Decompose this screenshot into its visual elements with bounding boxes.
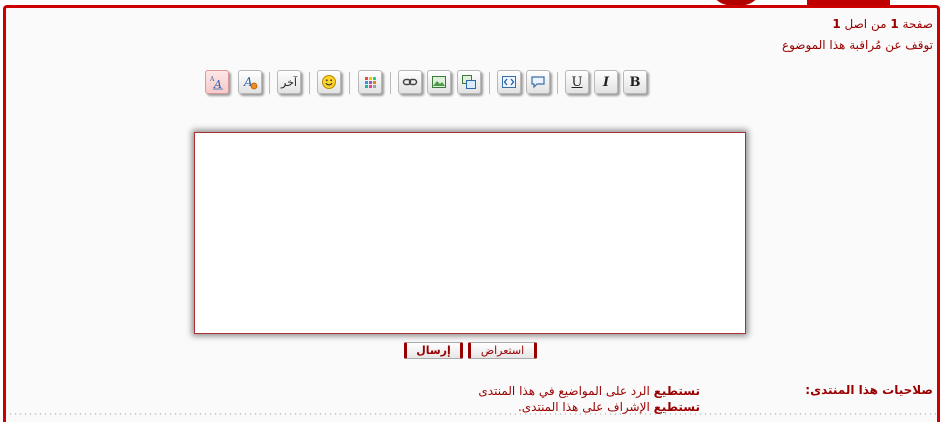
speech-bubble-icon: [531, 76, 545, 89]
toolbar-separator: [349, 72, 350, 94]
permission-text: الرد على المواضيع في هذا المنتدى: [478, 384, 654, 398]
quote-button[interactable]: [526, 70, 550, 94]
toolbar-separator: [309, 72, 310, 94]
permission-line: تستطيع الرد على المواضيع في هذا المنتدى: [478, 383, 700, 399]
smiley-icon: [322, 75, 336, 89]
dotted-divider: [8, 413, 936, 415]
toolbar-separator: [390, 72, 391, 94]
other-button-label: آخر: [281, 75, 297, 89]
underline-icon: U: [571, 74, 583, 90]
toolbar-separator: [269, 72, 270, 94]
bold-icon: B: [629, 74, 641, 90]
pagination: صفحة 1 من اصل 1: [832, 17, 933, 31]
remove-format-icon: A: [243, 75, 258, 90]
svg-text:A: A: [213, 78, 222, 90]
italic-button[interactable]: I: [594, 70, 618, 94]
insert-link-button[interactable]: [398, 70, 422, 94]
code-icon: [502, 76, 516, 88]
permission-text: الإشراف على هذا المنتدى.: [517, 400, 654, 414]
submit-button[interactable]: إرسال: [404, 342, 463, 359]
pagination-middle: من اصل: [844, 17, 887, 31]
insert-image-button[interactable]: [427, 70, 451, 94]
permission-verb: تستطيع: [653, 400, 700, 414]
smilies-button[interactable]: [317, 70, 341, 94]
permission-verb: تستطيع: [653, 384, 700, 398]
pagination-current: 1: [890, 17, 899, 31]
font-size-button[interactable]: A A: [205, 70, 229, 94]
clear-format-button[interactable]: A: [238, 70, 262, 94]
message-editor[interactable]: [194, 132, 746, 334]
toolbar-separator: [557, 72, 558, 94]
other-button[interactable]: آخر: [277, 70, 301, 94]
italic-icon: I: [602, 74, 610, 90]
code-button[interactable]: [497, 70, 521, 94]
pagination-total: 1: [832, 17, 841, 31]
toolbar-separator: [489, 72, 490, 94]
pagination-prefix: صفحة: [902, 17, 933, 31]
multi-image-icon: [462, 75, 476, 89]
editor-toolbar: B I U آخر A A A: [0, 70, 942, 100]
color-grid-icon: [365, 77, 376, 88]
colors-button[interactable]: [358, 70, 382, 94]
preview-button[interactable]: استعراض: [468, 342, 537, 359]
image-icon: [432, 76, 446, 88]
stop-watching-topic-link[interactable]: توقف عن مُراقبة هذا الموضوع: [782, 38, 933, 52]
link-icon: [402, 78, 418, 86]
bold-button[interactable]: B: [623, 70, 647, 94]
forum-permissions-title: صلاحيات هذا المنتدى:: [805, 383, 933, 397]
font-size-icon: A A: [209, 76, 223, 90]
image-gallery-button[interactable]: [457, 70, 481, 94]
forum-permissions-list: تستطيع الرد على المواضيع في هذا المنتدى …: [478, 383, 700, 415]
underline-button[interactable]: U: [565, 70, 589, 94]
